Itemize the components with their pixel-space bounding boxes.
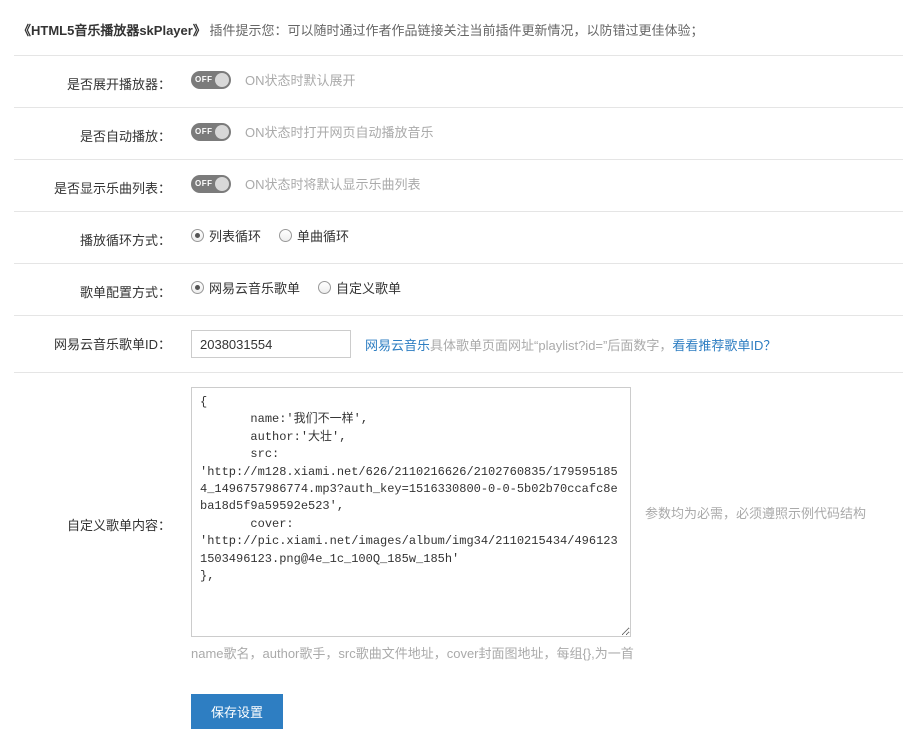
radio-source-custom[interactable]: 自定义歌单: [318, 278, 401, 297]
label-playlist-id: 网易云音乐歌单ID：: [14, 330, 179, 353]
hint-autoplay: ON状态时打开网页自动播放音乐: [245, 122, 434, 141]
custom-side-hint: 参数均为必需，必须遵照示例代码结构: [645, 503, 866, 522]
row-autoplay: 是否自动播放： OFF ON状态时打开网页自动播放音乐: [14, 107, 903, 159]
toggle-autoplay[interactable]: OFF: [191, 123, 231, 141]
header-tip: 《HTML5音乐播放器skPlayer》 插件提示您：可以随时通过作者作品链接关…: [14, 12, 903, 55]
toggle-autoplay-text: OFF: [195, 127, 213, 136]
row-custom: 自定义歌单内容： 参数均为必需，必须遵照示例代码结构 name歌名，author…: [14, 372, 903, 676]
textarea-custom[interactable]: [191, 387, 631, 637]
radio-source-custom-label: 自定义歌单: [336, 278, 401, 297]
link-netease[interactable]: 网易云音乐: [365, 338, 430, 353]
radio-loop-list-label: 列表循环: [209, 226, 261, 245]
label-autoplay: 是否自动播放：: [14, 122, 179, 145]
tip-text: 插件提示您：可以随时通过作者作品链接关注当前插件更新情况，以防错过更佳体验；: [209, 23, 703, 38]
label-expand: 是否展开播放器：: [14, 70, 179, 93]
link-recommend[interactable]: 看看推荐歌单ID？: [672, 338, 776, 353]
playlist-id-desc: 网易云音乐具体歌单页面网址“playlist?id=”后面数字，看看推荐歌单ID…: [365, 335, 776, 354]
toggle-knob: [215, 125, 229, 139]
toggle-knob: [215, 73, 229, 87]
toggle-showlist-text: OFF: [195, 179, 213, 188]
radio-circle-icon: [318, 281, 331, 294]
row-save: 保存设置: [14, 676, 903, 741]
label-loop: 播放循环方式：: [14, 226, 179, 249]
toggle-expand-text: OFF: [195, 75, 213, 84]
radio-group-loop: 列表循环 单曲循环: [191, 226, 349, 245]
radio-loop-single[interactable]: 单曲循环: [279, 226, 349, 245]
radio-group-source: 网易云音乐歌单 自定义歌单: [191, 278, 401, 297]
radio-loop-single-label: 单曲循环: [297, 226, 349, 245]
label-custom: 自定义歌单内容：: [14, 515, 179, 534]
input-playlist-id[interactable]: [191, 330, 351, 358]
row-loop: 播放循环方式： 列表循环 单曲循环: [14, 211, 903, 263]
row-showlist: 是否显示乐曲列表： OFF ON状态时将默认显示乐曲列表: [14, 159, 903, 211]
radio-circle-icon: [191, 281, 204, 294]
playlist-id-desc-mid: 具体歌单页面网址“playlist?id=”后面数字，: [430, 338, 672, 353]
hint-expand: ON状态时默认展开: [245, 70, 356, 89]
radio-circle-icon: [279, 229, 292, 242]
toggle-expand[interactable]: OFF: [191, 71, 231, 89]
radio-loop-list[interactable]: 列表循环: [191, 226, 261, 245]
row-expand: 是否展开播放器： OFF ON状态时默认展开: [14, 55, 903, 107]
row-source: 歌单配置方式： 网易云音乐歌单 自定义歌单: [14, 263, 903, 315]
toggle-knob: [215, 177, 229, 191]
radio-source-netease[interactable]: 网易云音乐歌单: [191, 278, 300, 297]
custom-under-hint: name歌名，author歌手，src歌曲文件地址，cover封面图地址，每组{…: [191, 643, 634, 662]
radio-source-netease-label: 网易云音乐歌单: [209, 278, 300, 297]
hint-showlist: ON状态时将默认显示乐曲列表: [245, 174, 421, 193]
toggle-showlist[interactable]: OFF: [191, 175, 231, 193]
label-showlist: 是否显示乐曲列表：: [14, 174, 179, 197]
row-playlist-id: 网易云音乐歌单ID： 网易云音乐具体歌单页面网址“playlist?id=”后面…: [14, 315, 903, 372]
save-button[interactable]: 保存设置: [191, 694, 283, 729]
radio-circle-icon: [191, 229, 204, 242]
label-source: 歌单配置方式：: [14, 278, 179, 301]
plugin-name: 《HTML5音乐播放器skPlayer》: [18, 23, 206, 38]
